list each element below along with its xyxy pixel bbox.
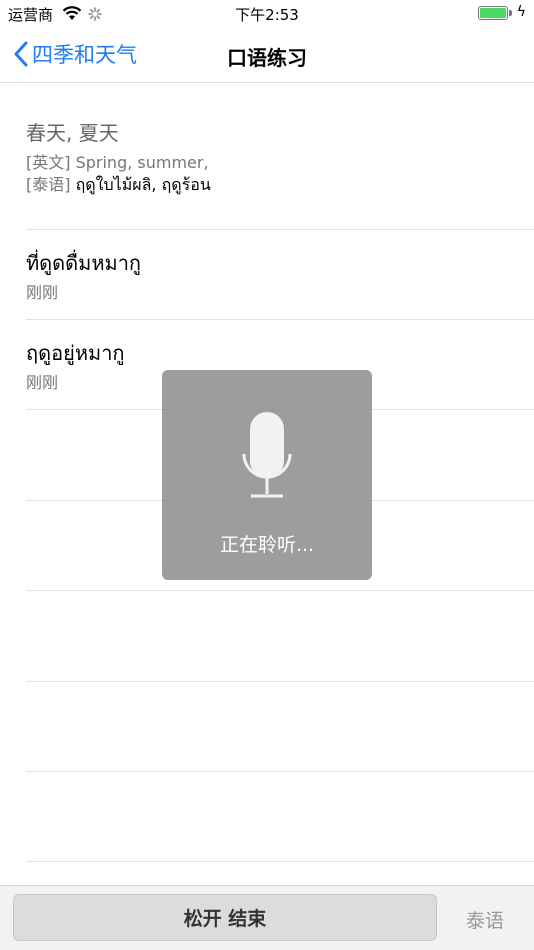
english-translation: Spring, summer, — [75, 153, 209, 172]
navigation-bar: 四季和天气 口语练习 — [0, 28, 534, 83]
list-item-primary: ที่ดูดดื่มหมากู — [26, 251, 142, 275]
release-to-end-button[interactable]: 松开 结束 — [13, 894, 437, 941]
english-prefix: [英文] — [26, 153, 71, 172]
listening-overlay: 正在聆听... — [162, 370, 372, 580]
empty-list-row — [26, 771, 534, 772]
status-bar: 运营商 下午2:53 ϟ — [0, 0, 534, 28]
empty-list-row — [26, 861, 534, 862]
thai-translation: ฤดูใบไม้ผลิ, ฤดูร้อน — [75, 175, 211, 194]
microphone-icon — [242, 412, 292, 502]
empty-list-row — [26, 681, 534, 682]
thai-line: [泰语] ฤดูใบไม้ผลิ, ฤดูร้อน — [26, 174, 534, 196]
battery-icon — [478, 6, 508, 20]
bottom-toolbar: 松开 结束 泰语 — [0, 885, 534, 950]
listening-status-text: 正在聆听... — [219, 534, 315, 556]
status-time: 下午2:53 — [235, 6, 299, 24]
english-line: [英文] Spring, summer, — [26, 152, 534, 174]
list-item-primary: 春天, 夏天 — [26, 121, 119, 145]
language-toggle-button[interactable]: 泰语 — [450, 906, 520, 933]
battery-cap — [509, 10, 512, 16]
list-item[interactable]: 春天, 夏天 [英文] Spring, summer, [泰语] ฤดูใบไม… — [26, 117, 534, 230]
page-title: 口语练习 — [227, 46, 307, 70]
list-item[interactable]: ที่ดูดดื่มหมากู 刚刚 — [26, 247, 534, 320]
list-item-primary: ฤดูอยู่หมากู — [26, 341, 125, 365]
thai-prefix: [泰语] — [26, 175, 71, 194]
list-item-time: 刚刚 — [26, 283, 59, 302]
empty-list-row — [26, 590, 534, 591]
charging-icon: ϟ — [516, 4, 526, 20]
